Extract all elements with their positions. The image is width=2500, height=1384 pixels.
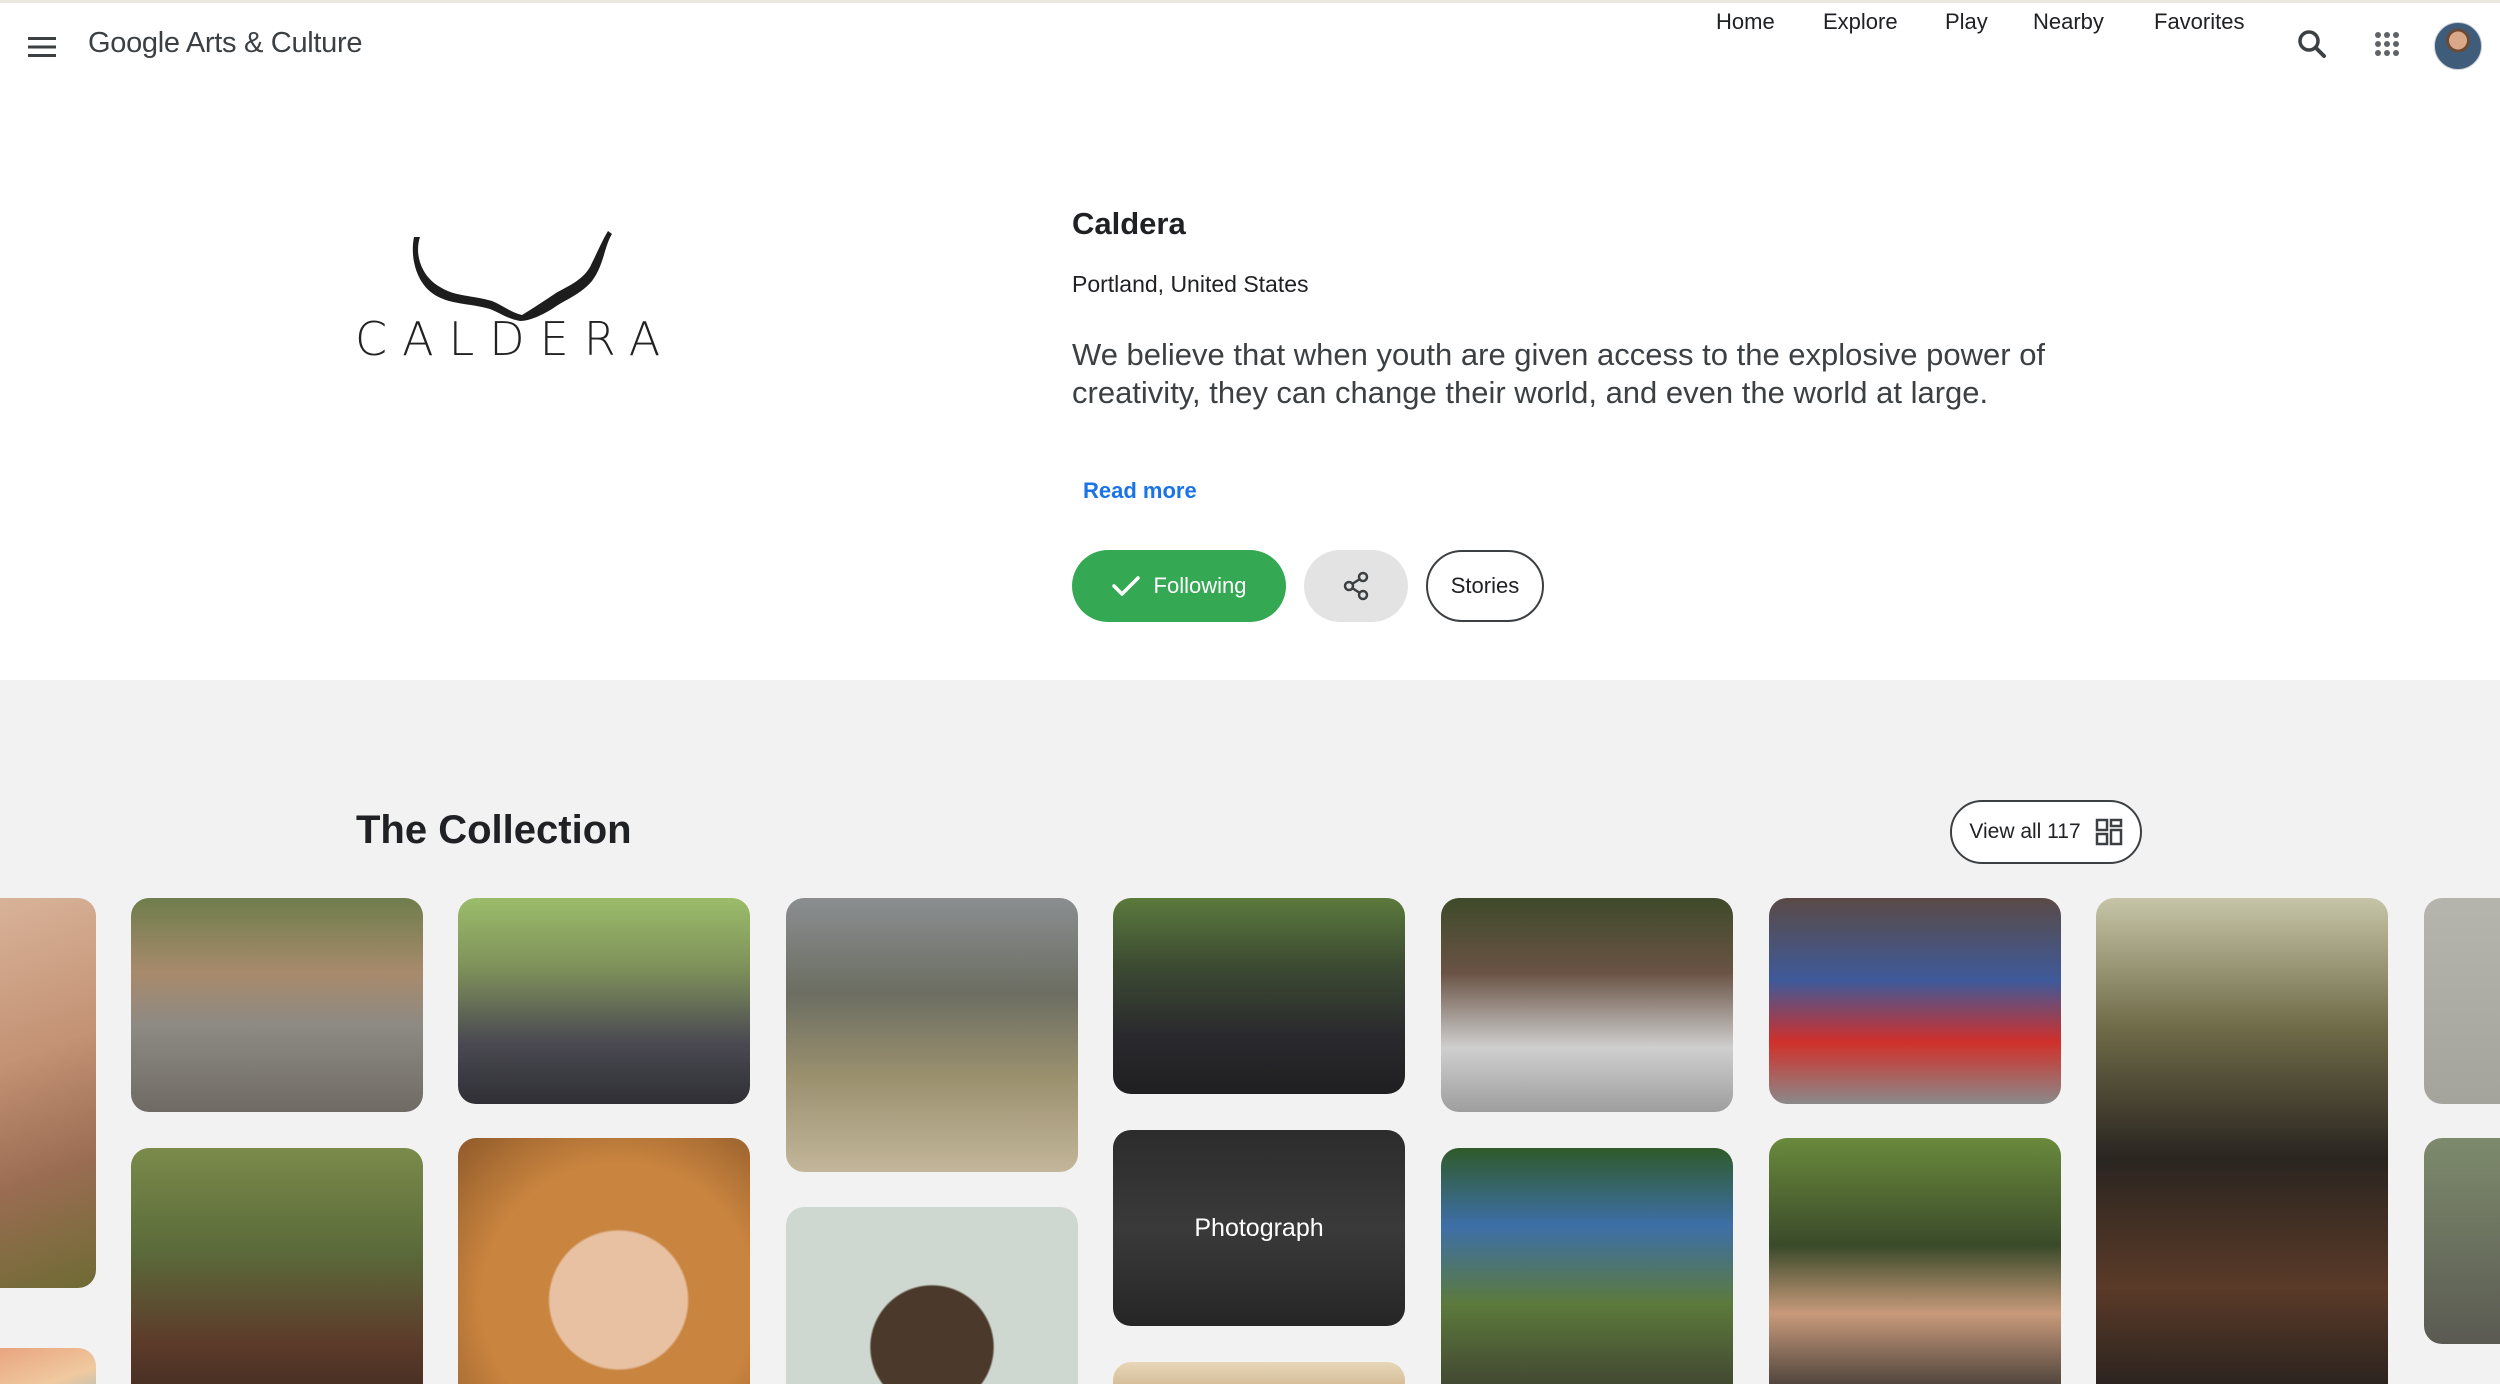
collection-item-group-photo[interactable] — [458, 898, 750, 1104]
collection-item[interactable] — [2424, 898, 2500, 1104]
site-logo[interactable]: Google Arts & Culture — [88, 27, 363, 60]
collection-item-forest-portrait[interactable] — [131, 1148, 423, 1384]
collection-section: The Collection View all 117 Photograph — [0, 680, 2500, 1384]
nav-explore[interactable]: Explore — [1823, 9, 1898, 35]
collection-item-outdoor-craft[interactable] — [1441, 1148, 1733, 1384]
following-button[interactable]: Following — [1072, 550, 1286, 622]
logo-arts-culture: Arts & Culture — [185, 27, 363, 59]
site-header: Google Arts & Culture Home Explore Play … — [0, 3, 2500, 87]
view-all-button[interactable]: View all 117 — [1950, 800, 2142, 864]
collection-item-painted-faces[interactable] — [1769, 1138, 2061, 1384]
read-more-link[interactable]: Read more — [1083, 478, 1197, 504]
apps-button[interactable] — [2365, 22, 2409, 66]
user-avatar[interactable] — [2434, 22, 2482, 70]
view-all-label: View all 117 — [1969, 820, 2081, 843]
menu-button[interactable] — [20, 25, 64, 69]
collection-item[interactable] — [2424, 1138, 2500, 1344]
collection-item-embrace[interactable] — [1441, 898, 1733, 1112]
check-icon — [1111, 576, 1140, 596]
search-icon — [2298, 30, 2326, 58]
collection-item-group-selfie[interactable] — [1113, 898, 1405, 1094]
collection-item-portrait[interactable] — [0, 898, 96, 1288]
collection-item-meadow[interactable] — [786, 898, 1078, 1172]
hamburger-icon — [28, 37, 56, 57]
logo-google: Google — [88, 27, 180, 59]
collection-item-photograph[interactable]: Photograph — [1113, 1130, 1405, 1326]
collection-item-viking-helmet[interactable] — [786, 1207, 1078, 1384]
nav-play[interactable]: Play — [1945, 9, 1988, 35]
collection-item[interactable] — [0, 1348, 96, 1384]
collection-item-campfire[interactable] — [131, 898, 423, 1112]
caldera-wordmark: CALDERA — [355, 312, 676, 366]
partner-hero: CALDERA Caldera Portland, United States … — [0, 87, 2500, 680]
nav-favorites[interactable]: Favorites — [2154, 9, 2244, 35]
partner-name: Caldera — [1072, 206, 1186, 241]
share-button[interactable] — [1304, 550, 1408, 622]
collection-item-teamwork[interactable] — [1769, 898, 2061, 1104]
photograph-label: Photograph — [1194, 1213, 1324, 1242]
grid-view-icon — [2095, 818, 2122, 846]
nav-home[interactable]: Home — [1716, 9, 1775, 35]
collection-title: The Collection — [356, 808, 632, 852]
partner-location: Portland, United States — [1072, 271, 1309, 297]
collection-item-red-hair[interactable] — [458, 1138, 750, 1384]
stories-button[interactable]: Stories — [1426, 550, 1544, 622]
share-icon — [1343, 571, 1369, 601]
partner-description: We believe that when youth are given acc… — [1072, 337, 2046, 410]
search-button[interactable] — [2290, 22, 2334, 66]
nav-nearby[interactable]: Nearby — [2033, 9, 2104, 35]
following-label: Following — [1153, 573, 1247, 598]
apps-grid-icon — [2375, 32, 2399, 56]
collection-item[interactable] — [1113, 1362, 1405, 1384]
collection-item-smiling-portrait[interactable] — [2096, 898, 2388, 1384]
